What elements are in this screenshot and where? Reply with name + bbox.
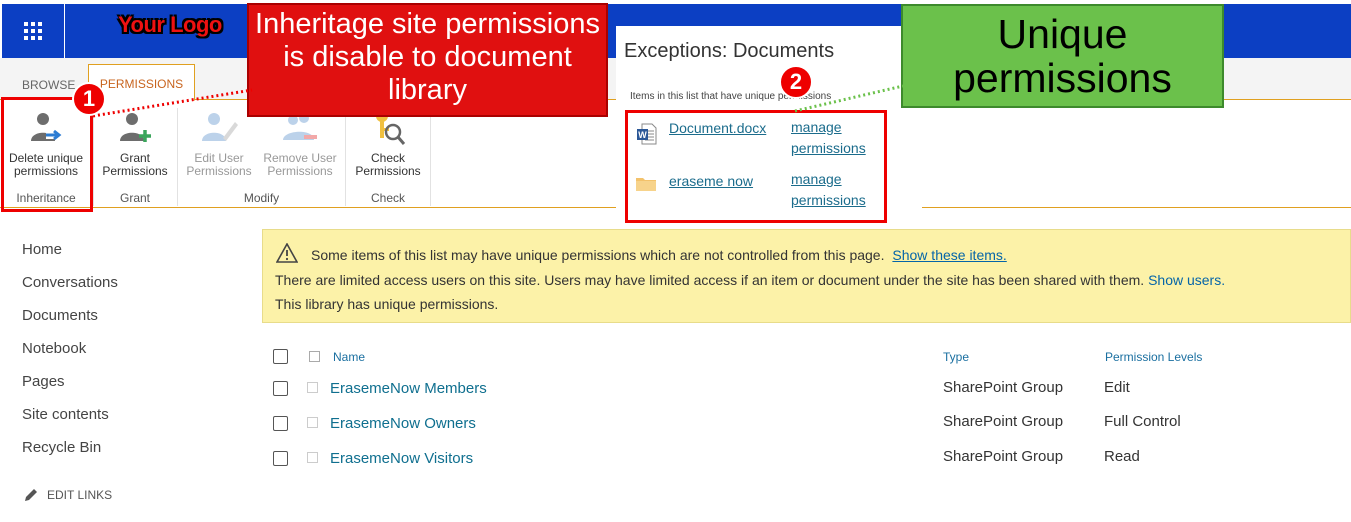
nav-home[interactable]: Home bbox=[22, 241, 62, 258]
grant-label: Grant Permissions bbox=[102, 151, 168, 178]
warning-icon bbox=[275, 242, 299, 268]
edit-user-permissions-icon bbox=[199, 108, 239, 148]
nav-conversations[interactable]: Conversations bbox=[22, 274, 118, 291]
nav-documents[interactable]: Documents bbox=[22, 307, 98, 324]
group-name-link[interactable]: ErasemeNow Visitors bbox=[330, 450, 473, 467]
grant-permissions-button[interactable]: Grant Permissions bbox=[97, 108, 173, 178]
check-label: Check Permissions bbox=[355, 151, 421, 178]
group-type: SharePoint Group bbox=[943, 413, 1064, 430]
show-these-items-link[interactable]: Show these items. bbox=[892, 247, 1006, 263]
edit-user-permissions-button[interactable]: Edit User Permissions bbox=[181, 108, 257, 178]
highlight-delete-unique bbox=[1, 97, 93, 212]
exceptions-subtitle: Items in this list that have unique perm… bbox=[630, 91, 832, 102]
row-checkbox[interactable] bbox=[273, 451, 288, 466]
warning-line-2: There are limited access users on this s… bbox=[275, 272, 1225, 288]
nav-notebook[interactable]: Notebook bbox=[22, 340, 86, 357]
pencil-icon bbox=[25, 489, 37, 501]
tab-browse[interactable]: BROWSE bbox=[22, 64, 75, 100]
waffle-icon[interactable] bbox=[2, 4, 64, 58]
warning-line-3: This library has unique permissions. bbox=[275, 296, 499, 312]
remove-user-permissions-button[interactable]: Remove User Permissions bbox=[258, 108, 342, 178]
callout-unique-permissions: Unique permissions bbox=[901, 4, 1224, 108]
show-users-link[interactable]: Show users. bbox=[1148, 272, 1225, 288]
select-all-checkbox[interactable] bbox=[273, 349, 288, 364]
group-check: Check bbox=[370, 191, 405, 205]
nav-pages[interactable]: Pages bbox=[22, 373, 65, 390]
step-badge-1: 1 bbox=[72, 82, 106, 116]
permission-level: Edit bbox=[1104, 379, 1130, 396]
edit-links-button[interactable]: EDIT LINKS bbox=[24, 488, 112, 502]
row-item-checkbox[interactable] bbox=[307, 452, 318, 463]
warning-line-1: Some items of this list may have unique … bbox=[311, 247, 1007, 263]
permission-level: Read bbox=[1104, 448, 1140, 465]
permission-level: Full Control bbox=[1104, 413, 1181, 430]
nav-recycle-bin[interactable]: Recycle Bin bbox=[22, 439, 101, 456]
check-permissions-button[interactable]: Check Permissions bbox=[349, 108, 427, 178]
remove-user-label: Remove User Permissions bbox=[263, 151, 337, 178]
nav-site-contents[interactable]: Site contents bbox=[22, 406, 109, 423]
column-header-name[interactable]: Name bbox=[333, 350, 365, 364]
column-header-permission-levels[interactable]: Permission Levels bbox=[1105, 350, 1202, 364]
group-modify: Modify bbox=[243, 191, 280, 205]
edit-links-label: EDIT LINKS bbox=[47, 488, 113, 502]
callout-inheritance-disabled: Inheritage site permissions is disable t… bbox=[247, 3, 608, 117]
warning-line-2-text: There are limited access users on this s… bbox=[275, 272, 1145, 288]
site-logo[interactable]: Your Logo bbox=[118, 12, 222, 38]
column-header-type[interactable]: Type bbox=[943, 350, 969, 364]
group-name-link[interactable]: ErasemeNow Owners bbox=[330, 415, 476, 432]
select-all-item-checkbox[interactable] bbox=[309, 351, 320, 362]
warning-line-1-text: Some items of this list may have unique … bbox=[311, 247, 885, 263]
grant-permissions-icon bbox=[115, 108, 155, 148]
step-badge-2: 2 bbox=[779, 65, 813, 99]
group-type: SharePoint Group bbox=[943, 448, 1064, 465]
row-checkbox[interactable] bbox=[273, 416, 288, 431]
group-type: SharePoint Group bbox=[943, 379, 1064, 396]
row-checkbox[interactable] bbox=[273, 381, 288, 396]
row-item-checkbox[interactable] bbox=[307, 382, 318, 393]
group-grant: Grant bbox=[119, 191, 150, 205]
edit-user-label: Edit User Permissions bbox=[186, 151, 252, 178]
row-item-checkbox[interactable] bbox=[307, 417, 318, 428]
exceptions-title: Exceptions: Documents bbox=[624, 40, 835, 62]
highlight-exception-items bbox=[625, 110, 887, 223]
group-name-link[interactable]: ErasemeNow Members bbox=[330, 380, 487, 397]
